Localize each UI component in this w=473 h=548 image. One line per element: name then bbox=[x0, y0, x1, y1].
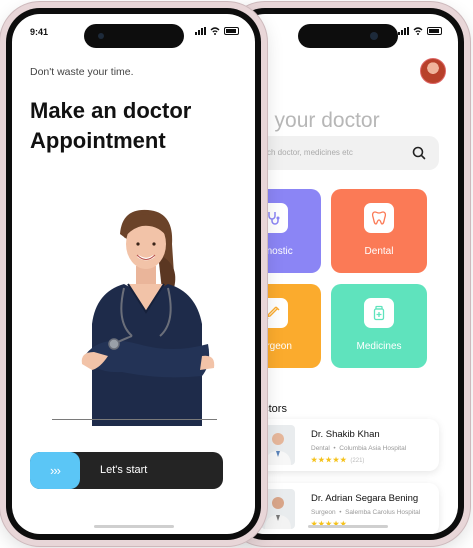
doctor-name: Dr. Shakib Khan bbox=[311, 429, 380, 440]
wifi-icon bbox=[413, 27, 423, 35]
category-dental[interactable]: Dental bbox=[331, 189, 427, 273]
divider-line bbox=[52, 419, 217, 420]
status-icons bbox=[195, 27, 239, 35]
category-label: Dental bbox=[364, 246, 394, 257]
phone-notch bbox=[297, 24, 398, 48]
home-indicator bbox=[307, 525, 388, 528]
battery-icon bbox=[427, 27, 442, 35]
user-avatar[interactable] bbox=[420, 58, 446, 84]
page-title: d your doctor bbox=[257, 109, 380, 132]
slide-handle[interactable]: ››› bbox=[30, 452, 80, 489]
search-placeholder: ch doctor, medicines etc bbox=[267, 148, 353, 157]
doctor-name: Dr. Adrian Segara Bening bbox=[311, 493, 419, 504]
doctor-meta: Dental • Columbia Asia Hospital bbox=[311, 445, 407, 452]
category-label: Medicines bbox=[356, 341, 402, 352]
medicine-bottle-icon bbox=[364, 298, 394, 328]
status-icons bbox=[398, 27, 442, 35]
find-doctor-screen: d your doctor ch doctor, medicines etc i… bbox=[237, 14, 458, 534]
slider-label: Let's start bbox=[100, 464, 148, 476]
signal-icon bbox=[398, 27, 409, 35]
home-indicator bbox=[93, 525, 174, 528]
doctor-meta: Surgeon • Salemba Carolus Hospital bbox=[311, 509, 421, 516]
status-time: 9:41 bbox=[30, 27, 49, 37]
doctor-card[interactable]: Dr. Shakib Khan Dental • Columbia Asia H… bbox=[251, 419, 439, 471]
wifi-icon bbox=[210, 27, 220, 35]
subtitle: Don't waste your time. bbox=[30, 66, 134, 78]
phone-notch bbox=[83, 24, 184, 48]
tooth-icon bbox=[364, 203, 394, 233]
page-title: Make an doctor Appointment bbox=[30, 98, 192, 153]
onboarding-screen: 9:41 Don't waste your time. Make an doct… bbox=[12, 14, 255, 534]
search-input[interactable]: ch doctor, medicines etc bbox=[249, 136, 439, 170]
signal-icon bbox=[195, 27, 206, 35]
rating-stars: ★★★★★ (221) bbox=[311, 457, 365, 464]
chevrons-right-icon: ››› bbox=[50, 463, 61, 478]
front-phone-mockup: 9:41 Don't waste your time. Make an doct… bbox=[0, 2, 267, 546]
category-medicines[interactable]: Medicines bbox=[331, 284, 427, 368]
search-icon[interactable] bbox=[411, 145, 427, 161]
lets-start-slider[interactable]: ››› Let's start bbox=[30, 452, 223, 489]
battery-icon bbox=[224, 27, 239, 35]
camera-icon bbox=[97, 33, 104, 39]
doctor-illustration bbox=[81, 209, 215, 426]
camera-icon bbox=[369, 32, 378, 40]
